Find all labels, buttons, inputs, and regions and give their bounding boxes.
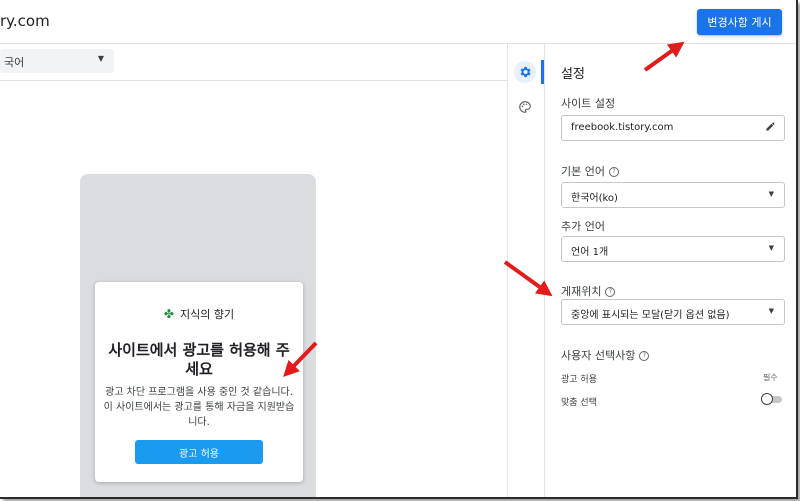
annotation-arrow xyxy=(283,341,318,378)
annotation-arrows xyxy=(283,41,685,378)
annotation-arrow xyxy=(643,41,685,72)
app-window: ry.com 변경사항 게시 국어 ▼ ✤ 지식의 향기 사이트에서 광고를 허… xyxy=(0,0,798,499)
annotation-arrow xyxy=(503,260,553,297)
